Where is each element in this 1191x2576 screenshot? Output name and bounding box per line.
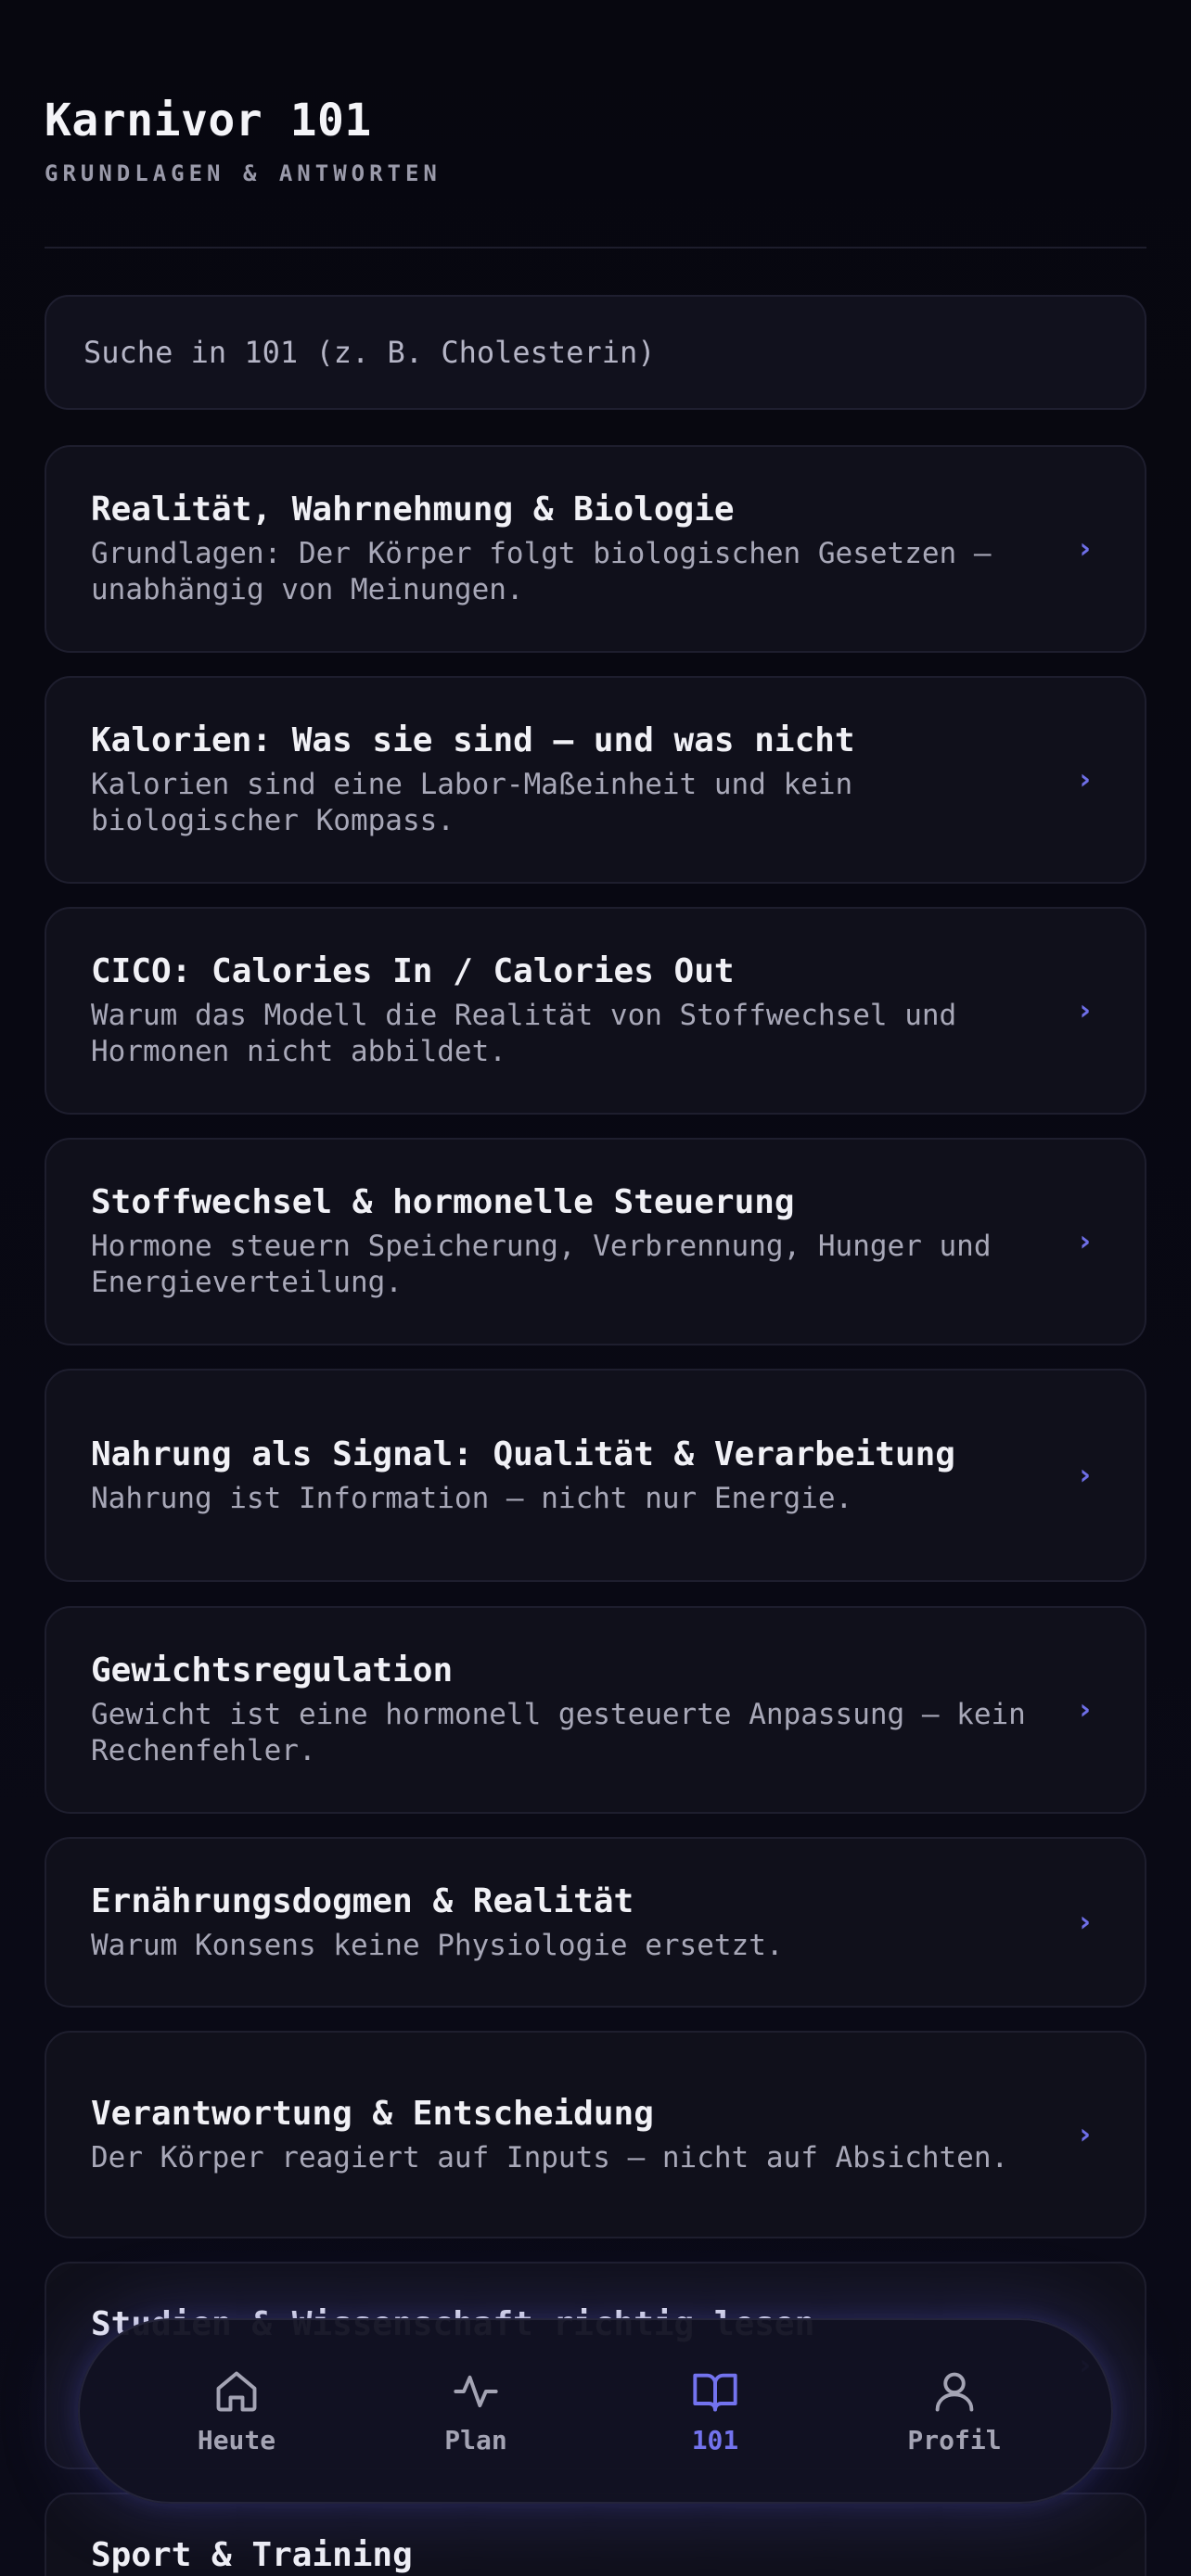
tab-101[interactable]: 101: [613, 2367, 817, 2455]
topic-card[interactable]: Nahrung als Signal: Qualität & Verarbeit…: [45, 1369, 1146, 1582]
tab-heute[interactable]: Heute: [134, 2367, 339, 2455]
topic-description: Warum das Modell die Realität von Stoffw…: [91, 999, 957, 1068]
topic-card[interactable]: Realität, Wahrnehmung & Biologie Grundla…: [45, 445, 1146, 653]
topic-card[interactable]: Ernährungsdogmen & Realität Warum Konsen…: [45, 1837, 1146, 2008]
chevron-right-icon: ›: [1079, 1906, 1091, 1939]
tab-label: Profil: [907, 2424, 1002, 2455]
search-input[interactable]: [82, 334, 1109, 371]
topic-card[interactable]: Stoffwechsel & hormonelle Steuerung Horm…: [45, 1138, 1146, 1345]
topic-title: Realität, Wahrnehmung & Biologie: [91, 491, 735, 529]
chevron-right-icon: ›: [1079, 2118, 1091, 2151]
topic-card[interactable]: CICO: Calories In / Calories Out Warum d…: [45, 907, 1146, 1115]
topic-description: Hormone steuern Speicherung, Verbrennung…: [91, 1230, 992, 1299]
tab-profil[interactable]: Profil: [852, 2367, 1057, 2455]
search-box[interactable]: [45, 295, 1146, 410]
chevron-right-icon: ›: [1079, 1459, 1091, 1492]
topic-title: Kalorien: Was sie sind — und was nicht: [91, 721, 855, 759]
home-icon: [216, 2371, 257, 2411]
topic-card[interactable]: Kalorien: Was sie sind — und was nicht K…: [45, 676, 1146, 884]
topic-description: Der Körper reagiert auf Inputs — nicht a…: [91, 2140, 1009, 2174]
topic-description: Nahrung ist Information — nicht nur Ener…: [91, 1481, 853, 1515]
tab-label: 101: [691, 2424, 739, 2455]
header-divider: [45, 247, 1146, 249]
user-icon: [935, 2372, 974, 2411]
topic-card[interactable]: Gewichtsregulation Gewicht ist eine horm…: [45, 1606, 1146, 1814]
topic-description: Gewicht ist eine hormonell gesteuerte An…: [91, 1698, 1026, 1767]
topic-title: Sport & Training: [91, 2536, 413, 2574]
topic-card[interactable]: Verantwortung & Entscheidung Der Körper …: [45, 2031, 1146, 2238]
tab-label: Plan: [444, 2424, 507, 2455]
book-icon: [693, 2373, 737, 2411]
topic-title: Stoffwechsel & hormonelle Steuerung: [91, 1183, 795, 1221]
tab-plan[interactable]: Plan: [374, 2367, 578, 2455]
bottom-tab-bar: Heute Plan 101 Profil: [78, 2318, 1113, 2504]
topic-title: Nahrung als Signal: Qualität & Verarbeit…: [91, 1435, 955, 1473]
topic-title: CICO: Calories In / Calories Out: [91, 952, 735, 990]
topic-description: Kalorien sind eine Labor-Maßeinheit und …: [91, 768, 853, 837]
page-header: Karnivor 101 GRUNDLAGEN & ANTWORTEN: [45, 88, 1146, 186]
topic-title: Ernährungsdogmen & Realität: [91, 1881, 634, 1920]
topic-title: Verantwortung & Entscheidung: [91, 2094, 654, 2133]
topic-description: Warum Konsens keine Physiologie ersetzt.: [91, 1928, 784, 1962]
chevron-right-icon: ›: [1079, 994, 1091, 1027]
topic-description: Grundlagen: Der Körper folgt biologische…: [91, 537, 992, 606]
topic-card[interactable]: Sport & Training: [45, 2493, 1146, 2576]
chevron-right-icon: ›: [1079, 1693, 1091, 1727]
chevron-right-icon: ›: [1079, 1225, 1091, 1258]
app-screen: Karnivor 101 GRUNDLAGEN & ANTWORTEN Real…: [0, 0, 1191, 2576]
page-subtitle: GRUNDLAGEN & ANTWORTEN: [45, 160, 442, 186]
activity-icon: [454, 2375, 498, 2407]
topic-title: Gewichtsregulation: [91, 1651, 454, 1690]
page-title: Karnivor 101: [45, 95, 372, 147]
chevron-right-icon: ›: [1079, 532, 1091, 566]
tab-label: Heute: [197, 2424, 276, 2455]
chevron-right-icon: ›: [1079, 763, 1091, 797]
